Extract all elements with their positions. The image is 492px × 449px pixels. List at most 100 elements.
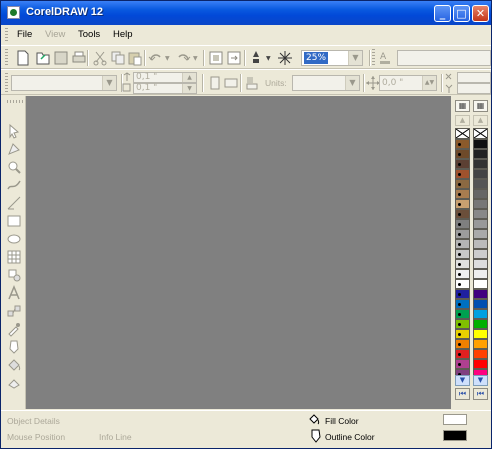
palette-color-swatch[interactable]: [455, 209, 470, 219]
palette-color-swatch[interactable]: [455, 229, 470, 239]
export-icon[interactable]: [226, 50, 242, 66]
smart-fill-tool-icon[interactable]: [6, 195, 22, 211]
palette-color-swatch[interactable]: [455, 359, 470, 369]
no-color-swatch[interactable]: [455, 128, 470, 139]
eyedropper-tool-icon[interactable]: [6, 321, 22, 337]
palette-color-swatch[interactable]: [455, 289, 470, 299]
palette-color-swatch[interactable]: [473, 179, 488, 189]
palette-color-swatch[interactable]: [473, 169, 488, 179]
coreldraw-app-icon[interactable]: [7, 6, 20, 19]
palette-color-swatch[interactable]: [473, 269, 488, 279]
freehand-tool-icon[interactable]: [6, 177, 22, 193]
redo-icon[interactable]: [175, 50, 191, 66]
palette-color-swatch[interactable]: [455, 309, 470, 319]
fill-color-swatch[interactable]: [443, 414, 467, 425]
text-toolbar-grip[interactable]: [372, 49, 375, 67]
palette-color-swatch[interactable]: [455, 169, 470, 179]
outline-color-swatch[interactable]: [443, 430, 467, 441]
palette-color-swatch[interactable]: [473, 319, 488, 329]
fill-tool-icon[interactable]: [6, 357, 22, 373]
palette-color-swatch[interactable]: [473, 149, 488, 159]
palette-color-swatch[interactable]: [455, 159, 470, 169]
palette-scroll-up-2[interactable]: ▲: [473, 115, 488, 126]
font-icon[interactable]: A: [377, 49, 393, 65]
menu-help[interactable]: Help: [113, 29, 133, 40]
palette-color-swatch[interactable]: [473, 159, 488, 169]
interactive-fill-tool-icon[interactable]: [6, 375, 22, 391]
maximize-button[interactable]: □: [453, 5, 470, 22]
zoom-level-select[interactable]: 25% ▼: [301, 50, 363, 66]
palette-color-swatch[interactable]: [455, 279, 470, 289]
palette-color-swatch[interactable]: [455, 329, 470, 339]
palette-color-swatch[interactable]: [455, 239, 470, 249]
palette-color-swatch[interactable]: [455, 149, 470, 159]
palette-color-swatch[interactable]: [455, 339, 470, 349]
palette-color-swatch[interactable]: [473, 279, 488, 289]
palette-color-swatch[interactable]: [473, 299, 488, 309]
zoom-dropdown-arrow[interactable]: ▼: [348, 51, 362, 65]
palette-color-swatch[interactable]: [473, 209, 488, 219]
standard-toolbar-grip[interactable]: [5, 49, 8, 67]
palette-scroll-end[interactable]: ⏮: [455, 388, 470, 400]
palette-color-swatch[interactable]: [473, 189, 488, 199]
pick-tool-icon[interactable]: [6, 123, 22, 139]
palette-color-swatch[interactable]: [455, 349, 470, 359]
palette-scroll-down[interactable]: ▼: [455, 375, 470, 386]
ellipse-tool-icon[interactable]: [6, 231, 22, 247]
undo-icon[interactable]: [148, 50, 164, 66]
palette-color-swatch[interactable]: [473, 139, 488, 149]
palette-color-swatch[interactable]: [473, 249, 488, 259]
palette-color-swatch[interactable]: [455, 139, 470, 149]
palette-color-swatch[interactable]: [455, 249, 470, 259]
redo-dropdown-icon[interactable]: ▼: [193, 55, 198, 62]
new-document-icon[interactable]: [15, 50, 31, 66]
palette-color-swatch[interactable]: [473, 329, 488, 339]
zoom-tool-icon[interactable]: [6, 159, 22, 175]
palette-color-swatch[interactable]: [473, 289, 488, 299]
menu-file[interactable]: File: [17, 29, 32, 40]
palette-color-swatch[interactable]: [455, 259, 470, 269]
close-button[interactable]: ✕: [472, 5, 489, 22]
text-tool-icon[interactable]: [6, 285, 22, 301]
palette-color-swatch[interactable]: [455, 219, 470, 229]
menu-tools[interactable]: Tools: [78, 29, 100, 40]
outline-tool-icon[interactable]: [6, 339, 22, 355]
graph-paper-tool-icon[interactable]: [6, 249, 22, 265]
application-launcher-icon[interactable]: [248, 50, 264, 66]
palette-color-swatch[interactable]: [455, 299, 470, 309]
palette-color-swatch[interactable]: [455, 319, 470, 329]
palette-color-swatch[interactable]: [473, 339, 488, 349]
palette-color-swatch[interactable]: [455, 189, 470, 199]
no-color-swatch-2[interactable]: [473, 128, 488, 139]
launcher-dropdown-icon[interactable]: ▼: [266, 55, 271, 62]
interactive-blend-tool-icon[interactable]: [6, 303, 22, 319]
palette-scroll-end-2[interactable]: ⏮: [473, 388, 488, 400]
palette-color-swatch[interactable]: [473, 229, 488, 239]
palette-color-swatch[interactable]: [473, 309, 488, 319]
import-icon[interactable]: [208, 50, 224, 66]
palette-color-swatch[interactable]: [455, 269, 470, 279]
undo-dropdown-icon[interactable]: ▼: [165, 55, 170, 62]
title-bar[interactable]: CorelDRAW 12 _ □ ✕: [1, 1, 491, 25]
palette-color-swatch[interactable]: [473, 219, 488, 229]
paste-icon[interactable]: [127, 50, 143, 66]
drawing-area[interactable]: [26, 96, 451, 409]
palette-menu-button-2[interactable]: ▦: [473, 100, 488, 112]
corel-online-icon[interactable]: [277, 50, 293, 66]
toolbox-grip[interactable]: [5, 100, 23, 103]
print-icon[interactable]: [71, 50, 87, 66]
minimize-button[interactable]: _: [434, 5, 451, 22]
palette-menu-button[interactable]: ▦: [455, 100, 470, 112]
palette-color-swatch[interactable]: [455, 199, 470, 209]
palette-color-swatch[interactable]: [473, 359, 488, 369]
property-bar-grip[interactable]: [5, 73, 8, 93]
palette-color-swatch[interactable]: [473, 239, 488, 249]
open-icon[interactable]: [35, 50, 51, 66]
palette-color-swatch[interactable]: [473, 259, 488, 269]
rectangle-tool-icon[interactable]: [6, 213, 22, 229]
palette-scroll-down-2[interactable]: ▼: [473, 375, 488, 386]
palette-color-swatch[interactable]: [473, 199, 488, 209]
palette-color-swatch[interactable]: [455, 179, 470, 189]
copy-icon[interactable]: [110, 50, 126, 66]
shape-tool-icon[interactable]: [6, 141, 22, 157]
